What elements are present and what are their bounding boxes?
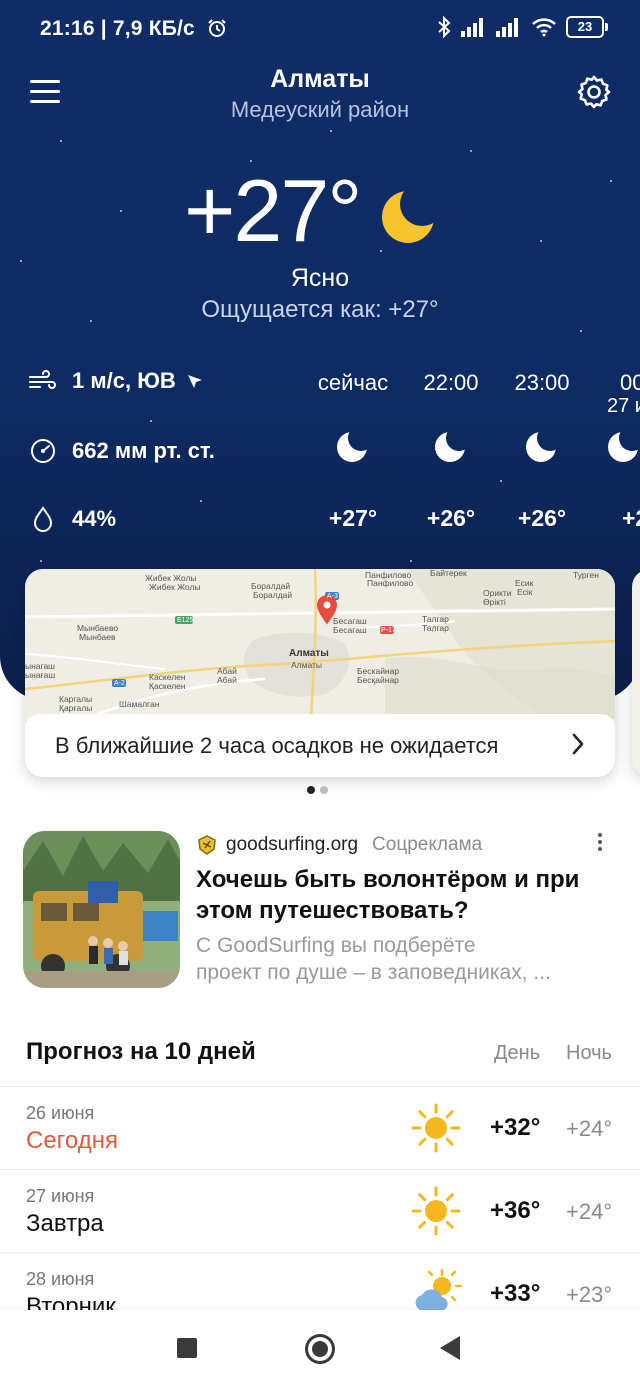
hourly-item[interactable]: 00 27 и +2 bbox=[600, 368, 640, 531]
district-name[interactable]: Медеуский район bbox=[0, 97, 640, 123]
status-time: 21:16 bbox=[40, 17, 95, 40]
ad-title[interactable]: Хочешь быть волонтёром и при этом путеше… bbox=[196, 864, 606, 926]
bluetooth-icon bbox=[438, 16, 451, 38]
signal-icon bbox=[496, 18, 518, 37]
day-column-label: День bbox=[494, 1042, 541, 1064]
sun-icon bbox=[411, 1103, 461, 1153]
ad-domain: goodsurfing.org bbox=[226, 834, 359, 855]
feels-like-text: Ощущается как: +27° bbox=[201, 296, 439, 323]
hourly-forecast[interactable]: сейчас +27° 22:00 +26° 23:00 +26° 00 27 … bbox=[0, 368, 640, 538]
carousel-dots bbox=[307, 786, 328, 794]
moon-icon bbox=[608, 432, 638, 462]
city-name[interactable]: Алматы bbox=[0, 65, 640, 94]
forecast-row[interactable]: 27 июня Завтра +36° +24° bbox=[0, 1169, 640, 1252]
back-button[interactable] bbox=[440, 1336, 460, 1360]
moon-icon bbox=[382, 191, 434, 243]
signal-icon bbox=[461, 18, 483, 37]
moon-icon bbox=[435, 432, 465, 462]
moon-icon bbox=[526, 432, 556, 462]
current-temperature: +27° bbox=[184, 161, 362, 260]
forecast-row[interactable]: 26 июня Сегодня +32° +24° bbox=[0, 1086, 640, 1169]
ad-source[interactable]: goodsurfing.org Соцреклама bbox=[196, 834, 482, 856]
precipitation-map-card[interactable]: Жибек Жолы Жибек Жолы Боралдай Боралдай … bbox=[25, 569, 615, 777]
hourly-item[interactable]: 23:00 +26° bbox=[482, 368, 602, 531]
forecast-title: Прогноз на 10 дней bbox=[26, 1038, 256, 1065]
battery-indicator: 23 bbox=[566, 16, 608, 38]
home-button[interactable] bbox=[305, 1334, 335, 1364]
condition-text: Ясно bbox=[290, 264, 350, 292]
ad-description[interactable]: С GoodSurfing вы подберёте проект по душ… bbox=[196, 932, 606, 986]
precipitation-text: В ближайшие 2 часа осадков не ожидается bbox=[55, 732, 499, 758]
wifi-icon bbox=[532, 18, 556, 37]
status-speed: 7,9 КБ/с bbox=[112, 17, 195, 40]
recent-apps-button[interactable] bbox=[177, 1338, 197, 1358]
more-options-icon[interactable] bbox=[592, 833, 608, 853]
next-card-peek[interactable] bbox=[632, 569, 640, 777]
sun-icon bbox=[411, 1186, 461, 1236]
precipitation-banner[interactable]: В ближайшие 2 часа осадков не ожидается bbox=[25, 714, 615, 777]
ad-image[interactable] bbox=[23, 831, 180, 988]
night-column-label: Ночь bbox=[566, 1042, 612, 1064]
ad-label: Соцреклама bbox=[372, 834, 483, 855]
goodsurfing-logo-icon bbox=[198, 835, 216, 855]
alarm-icon bbox=[208, 19, 226, 37]
status-bar: 21:16 | 7,9 КБ/с 23 bbox=[0, 0, 640, 58]
chevron-right-icon bbox=[572, 733, 584, 755]
moon-icon bbox=[337, 432, 367, 462]
